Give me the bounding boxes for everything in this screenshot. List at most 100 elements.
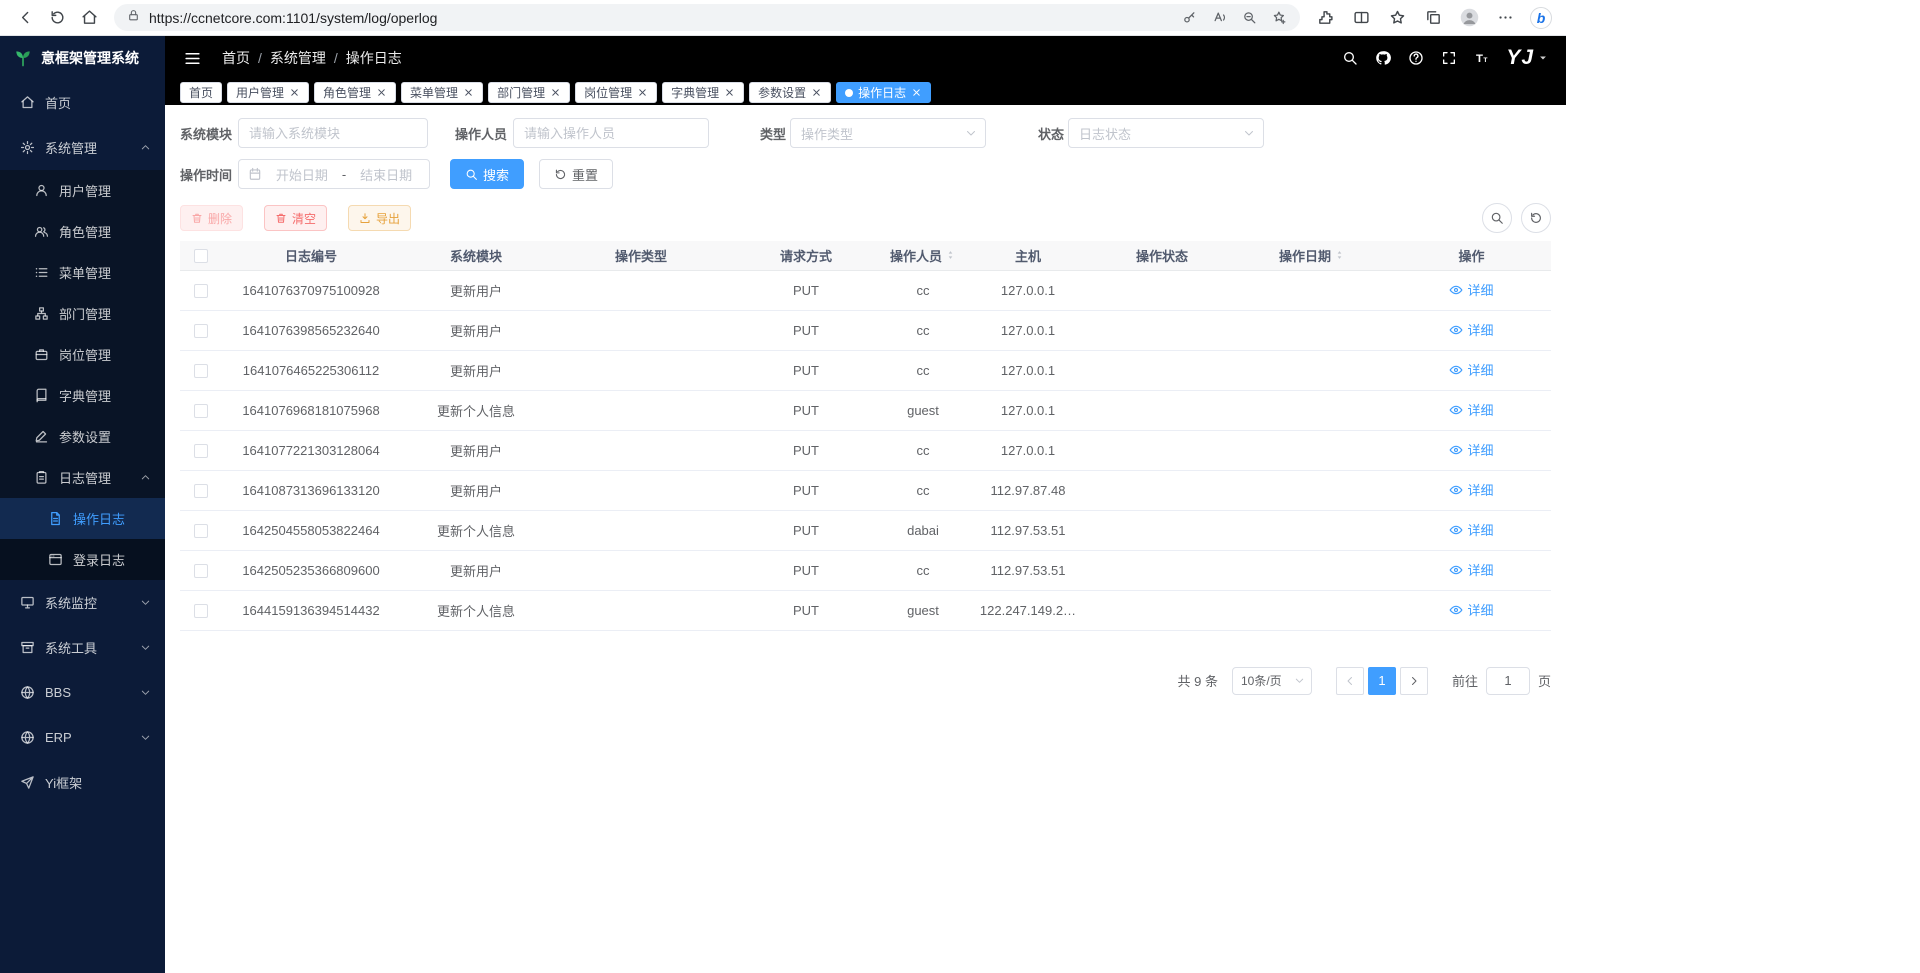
tab-label: 首页 [189, 84, 213, 101]
browser-nav-button[interactable] [10, 3, 40, 33]
menu-fold-icon[interactable] [183, 49, 202, 68]
view-tab[interactable]: 用户管理 [227, 82, 309, 103]
detail-link[interactable]: 详细 [1449, 600, 1493, 619]
detail-link[interactable]: 详细 [1449, 440, 1493, 459]
select-all-checkbox[interactable] [194, 249, 208, 263]
detail-link[interactable]: 详细 [1449, 560, 1493, 579]
font-size-icon[interactable]: TT [1474, 50, 1490, 66]
address-bar[interactable]: https://ccnetcore.com:1101/system/log/op… [114, 4, 1300, 31]
close-icon[interactable] [550, 87, 561, 98]
read-aloud-icon[interactable] [1212, 10, 1227, 25]
reset-button[interactable]: 重置 [539, 159, 613, 189]
view-tab[interactable]: 部门管理 [488, 82, 570, 103]
sidebar-item[interactable]: 部门管理 [0, 293, 165, 334]
detail-link[interactable]: 详细 [1449, 480, 1493, 499]
view-tab[interactable]: 角色管理 [314, 82, 396, 103]
search-button[interactable]: 搜索 [450, 159, 524, 189]
browser-nav-button[interactable] [42, 3, 72, 33]
table-refresh-button[interactable] [1521, 203, 1551, 233]
view-tab[interactable]: 岗位管理 [575, 82, 657, 103]
close-icon[interactable] [289, 87, 300, 98]
chevron-down-icon [1243, 127, 1255, 139]
table-column-header: 系统模块 [400, 241, 552, 270]
close-icon[interactable] [911, 87, 922, 98]
operator-input[interactable] [513, 118, 709, 148]
close-icon[interactable] [811, 87, 822, 98]
sidebar-item[interactable]: 登录日志 [0, 539, 165, 580]
close-icon[interactable] [376, 87, 387, 98]
github-icon[interactable] [1375, 50, 1391, 66]
breadcrumb-item[interactable]: 操作日志 [346, 48, 402, 68]
view-tab[interactable]: 字典管理 [662, 82, 744, 103]
close-icon[interactable] [724, 87, 735, 98]
fullscreen-icon[interactable] [1441, 50, 1457, 66]
user-logo[interactable]: YJ [1506, 46, 1534, 70]
goto-page-input[interactable] [1486, 667, 1530, 695]
sidebar-item[interactable]: 系统管理 [0, 125, 165, 170]
sort-icon[interactable] [1334, 248, 1345, 262]
sort-icon[interactable] [945, 248, 956, 262]
chevron-down-icon [140, 642, 151, 653]
row-checkbox[interactable] [194, 564, 208, 578]
browser-nav-button[interactable] [74, 3, 104, 33]
row-checkbox[interactable] [194, 404, 208, 418]
detail-link[interactable]: 详细 [1449, 360, 1493, 379]
view-tab[interactable]: 菜单管理 [401, 82, 483, 103]
row-checkbox[interactable] [194, 524, 208, 538]
sidebar-item[interactable]: 岗位管理 [0, 334, 165, 375]
delete-button[interactable]: 删除 [180, 205, 243, 231]
view-tab[interactable]: 首页 [180, 82, 222, 103]
trash-icon [275, 212, 287, 224]
sidebar-item[interactable]: 系统监控 [0, 580, 165, 625]
page-number[interactable]: 1 [1368, 667, 1396, 695]
detail-link[interactable]: 详细 [1449, 520, 1493, 539]
row-checkbox[interactable] [194, 284, 208, 298]
status-select[interactable]: 日志状态 [1068, 118, 1264, 148]
sidebar-item[interactable]: 字典管理 [0, 375, 165, 416]
sidebar-item[interactable]: 菜单管理 [0, 252, 165, 293]
date-range-picker[interactable]: 开始日期 - 结束日期 [238, 159, 430, 189]
close-icon[interactable] [463, 87, 474, 98]
sidebar-item[interactable]: 系统工具 [0, 625, 165, 670]
sidebar-item[interactable]: Yi框架 [0, 760, 165, 805]
type-select[interactable]: 操作类型 [790, 118, 986, 148]
question-icon[interactable] [1408, 50, 1424, 66]
view-tab[interactable]: 参数设置 [749, 82, 831, 103]
sidebar-item[interactable]: 角色管理 [0, 211, 165, 252]
sidebar-item[interactable]: 用户管理 [0, 170, 165, 211]
row-checkbox[interactable] [194, 324, 208, 338]
key-icon[interactable] [1182, 10, 1197, 25]
detail-link[interactable]: 详细 [1449, 400, 1493, 419]
addressbar-actions [1182, 10, 1287, 25]
next-page-button[interactable] [1400, 667, 1428, 695]
breadcrumb-item[interactable]: 首页 [222, 48, 250, 68]
zoom-out-icon[interactable] [1242, 10, 1257, 25]
table-search-button[interactable] [1482, 203, 1512, 233]
prev-page-button[interactable] [1336, 667, 1364, 695]
star-plus-icon[interactable] [1272, 10, 1287, 25]
caret-down-icon[interactable] [1538, 53, 1548, 63]
document-icon [48, 511, 63, 526]
detail-link[interactable]: 详细 [1449, 280, 1493, 299]
row-checkbox[interactable] [194, 604, 208, 618]
module-input[interactable] [238, 118, 428, 148]
view-tab[interactable]: 操作日志 [836, 82, 931, 103]
search-icon[interactable] [1342, 50, 1358, 66]
row-checkbox[interactable] [194, 364, 208, 378]
breadcrumb-item[interactable]: 系统管理 [270, 48, 326, 68]
sidebar-item[interactable]: 参数设置 [0, 416, 165, 457]
close-icon[interactable] [637, 87, 648, 98]
sidebar-item[interactable]: 首页 [0, 80, 165, 125]
export-button[interactable]: 导出 [348, 205, 411, 231]
clear-button[interactable]: 清空 [264, 205, 327, 231]
sidebar-item[interactable]: BBS [0, 670, 165, 715]
sidebar-item[interactable]: 日志管理 [0, 457, 165, 498]
sidebar-item-label: 用户管理 [59, 181, 111, 200]
detail-link[interactable]: 详细 [1449, 320, 1493, 339]
row-checkbox[interactable] [194, 484, 208, 498]
row-checkbox[interactable] [194, 444, 208, 458]
sidebar-item[interactable]: ERP [0, 715, 165, 760]
tab-label: 参数设置 [758, 84, 806, 101]
page-size-select[interactable]: 10条/页 [1232, 667, 1312, 695]
sidebar-item[interactable]: 操作日志 [0, 498, 165, 539]
